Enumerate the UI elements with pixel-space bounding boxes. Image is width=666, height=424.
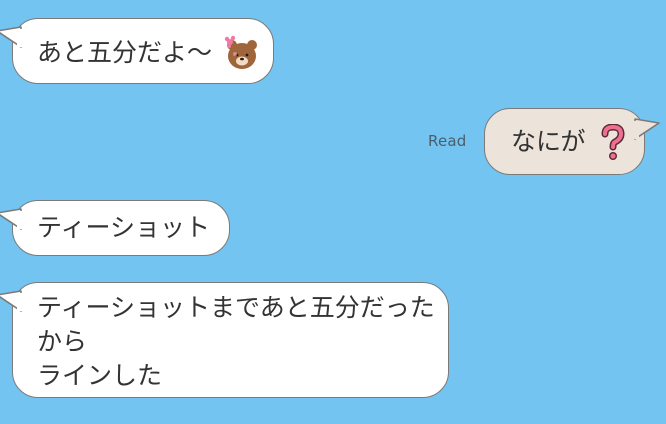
- message-text-line-3: ラインした: [37, 361, 163, 390]
- message-bubble-3[interactable]: ティーショット: [0, 200, 230, 256]
- read-receipt: Read: [428, 132, 467, 150]
- message-bubble-1[interactable]: あと五分だよ〜: [0, 18, 274, 84]
- chat-area: あと五分だよ〜 Read なにが ティーショット ティーショットまであと五分だっ…: [0, 0, 666, 424]
- message-text: ティーショット: [37, 213, 211, 242]
- message-bubble-4[interactable]: ティーショットまであと五分だった から ラインした: [0, 282, 449, 398]
- message-text: なにが: [511, 127, 586, 156]
- message-text: あと五分だよ〜: [37, 38, 213, 67]
- bubble-tail: [0, 290, 23, 312]
- question-mark-icon: [601, 124, 625, 160]
- message-text-line-1: ティーショットまであと五分だった: [37, 293, 435, 322]
- bubble-tail: [0, 26, 23, 48]
- bubble-tail: [633, 118, 660, 140]
- message-text-line-2: から: [37, 327, 88, 356]
- bubble-tail: [0, 208, 23, 230]
- bear-sticker-icon: [224, 35, 257, 69]
- message-bubble-2[interactable]: なにが: [484, 108, 660, 175]
